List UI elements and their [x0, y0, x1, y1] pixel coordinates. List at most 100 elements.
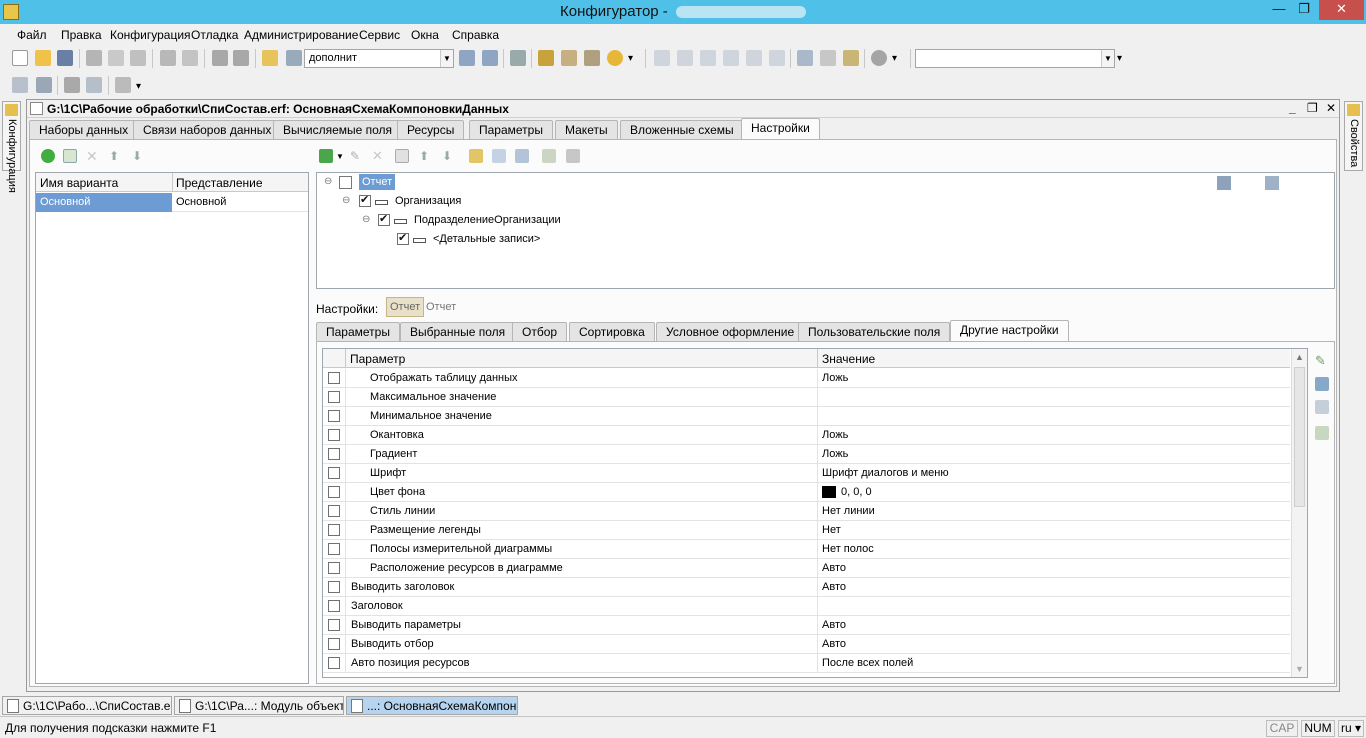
chevron-down-icon[interactable]: ▼ [440, 50, 453, 67]
search-combo[interactable]: дополнит ▼ [304, 49, 454, 68]
checkbox[interactable] [328, 372, 340, 384]
configuration-icon[interactable] [12, 77, 28, 93]
debug-step-out-icon[interactable] [700, 50, 716, 66]
tab-selected-fields[interactable]: Выбранные поля [400, 322, 516, 341]
settings-report-button[interactable]: Отчет [386, 297, 425, 317]
paste-icon[interactable] [130, 50, 146, 66]
settings-add-icon[interactable] [542, 149, 556, 163]
move-up-icon[interactable]: ⬆ [109, 149, 123, 163]
menu-help[interactable]: Справка [452, 28, 499, 42]
properties-side-tab[interactable]: Свойства [1344, 101, 1363, 171]
chart-layout-icon[interactable] [1265, 176, 1279, 190]
chevron-down-icon[interactable]: ▼ [1101, 50, 1114, 67]
scroll-thumb[interactable] [1294, 367, 1305, 507]
copy-variant-icon[interactable] [63, 149, 77, 163]
timer-icon[interactable] [871, 50, 887, 66]
checkbox[interactable] [328, 410, 340, 422]
table-structure-icon[interactable] [515, 149, 529, 163]
table-row[interactable]: Выводить заголовок Авто [323, 578, 1290, 597]
parameter-value-cell[interactable]: Нет [822, 524, 841, 536]
tab-resources[interactable]: Ресурсы [397, 120, 465, 139]
parameter-value-cell[interactable]: 0, 0, 0 [841, 486, 872, 498]
watch-icon[interactable] [820, 50, 836, 66]
table-row[interactable]: Расположение ресурсов в диаграмме Авто [323, 559, 1290, 578]
add-dropdown-icon[interactable]: ▼ [336, 152, 344, 161]
collapse-icon[interactable]: ⊖ [342, 195, 350, 206]
pencil-icon[interactable]: ✎ [1315, 354, 1329, 368]
checkbox[interactable] [397, 231, 409, 245]
tab-datasets[interactable]: Наборы данных [29, 120, 139, 139]
undo-icon[interactable] [212, 50, 228, 66]
menu-windows[interactable]: Окна [411, 28, 439, 42]
tab-calculated-fields[interactable]: Вычисляемые поля [273, 120, 403, 139]
checkbox[interactable] [328, 391, 340, 403]
toolbar-more-icon[interactable]: ▾ [1117, 53, 1122, 64]
menu-administration[interactable]: Администрирование [244, 28, 358, 42]
find-prev-icon[interactable] [482, 50, 498, 66]
table-row[interactable]: Авто позиция ресурсов После всех полей [323, 654, 1290, 673]
doc-close-button[interactable]: ✕ [1326, 101, 1336, 115]
table-row[interactable]: Размещение легенды Нет [323, 521, 1290, 540]
checkbox[interactable] [359, 193, 371, 207]
database-icon[interactable] [64, 77, 80, 93]
redo-icon[interactable] [233, 50, 249, 66]
move-up-icon[interactable]: ⬆ [419, 149, 433, 163]
parameter-value-cell[interactable]: Ложь [822, 429, 848, 441]
table-row[interactable]: Выводить параметры Авто [323, 616, 1290, 635]
new-file-icon[interactable] [12, 50, 28, 66]
parameter-value-cell[interactable]: Шрифт диалогов и меню [822, 467, 949, 479]
cut-icon[interactable] [86, 50, 102, 66]
tree-item-report[interactable]: Отчет [359, 174, 396, 190]
table-row[interactable]: Основной Основной [36, 193, 308, 212]
parameter-value-cell[interactable]: Ложь [822, 448, 848, 460]
doc-maximize-button[interactable]: ❐ [1307, 101, 1318, 115]
tab-filter[interactable]: Отбор [512, 322, 568, 341]
parameter-value-cell[interactable]: Ложь [822, 372, 848, 384]
debug-run-to-cursor-icon[interactable] [723, 50, 739, 66]
tab-parameters[interactable]: Параметры [316, 322, 400, 341]
menu-service[interactable]: Сервис [359, 28, 400, 42]
tab-other-settings[interactable]: Другие настройки [950, 320, 1069, 341]
checkbox[interactable] [328, 562, 340, 574]
tree-item-organization[interactable]: Организация [395, 195, 461, 207]
table-row[interactable]: Окантовка Ложь [323, 426, 1290, 445]
table-row[interactable]: Градиент Ложь [323, 445, 1290, 464]
delete-variant-icon[interactable]: ✕ [86, 149, 100, 163]
checkbox[interactable] [328, 543, 340, 555]
open-file-icon[interactable] [35, 50, 51, 66]
scroll-down-icon[interactable]: ▼ [1295, 664, 1304, 674]
add-variant-icon[interactable] [41, 149, 55, 163]
table-row[interactable]: Заголовок [323, 597, 1290, 616]
doc-minimize-button[interactable]: _ [1289, 101, 1296, 115]
debug-continue-icon[interactable] [769, 50, 785, 66]
tab-parameters[interactable]: Параметры [469, 120, 553, 139]
table-row[interactable]: Максимальное значение [323, 388, 1290, 407]
parameter-value-cell[interactable]: Авто [822, 581, 846, 593]
evaluate-icon[interactable] [843, 50, 859, 66]
table-row[interactable]: Цвет фона 0, 0, 0 [323, 483, 1290, 502]
minimize-button[interactable]: — [1265, 0, 1293, 20]
group-icon[interactable] [469, 149, 483, 163]
wizard-icon[interactable] [538, 50, 554, 66]
timer-dropdown-icon[interactable]: ▾ [892, 53, 897, 64]
checkbox[interactable] [328, 486, 340, 498]
tab-settings[interactable]: Настройки [741, 118, 820, 139]
checkbox[interactable] [328, 657, 340, 669]
debug-breakpoint-icon[interactable] [746, 50, 762, 66]
module-combo[interactable]: ▼ [915, 49, 1115, 68]
settings-copy-icon[interactable] [566, 149, 580, 163]
tree-item-detail-records[interactable]: <Детальные записи> [433, 233, 540, 245]
info-dropdown-icon[interactable]: ▾ [628, 53, 633, 64]
tab-sort[interactable]: Сортировка [569, 322, 655, 341]
checkbox[interactable] [328, 581, 340, 593]
checkbox[interactable] [328, 505, 340, 517]
checkbox[interactable] [328, 600, 340, 612]
checkbox[interactable] [328, 524, 340, 536]
checkbox[interactable] [328, 429, 340, 441]
tab-dataset-links[interactable]: Связи наборов данных [133, 120, 282, 139]
tab-conditional-format[interactable]: Условное оформление [656, 322, 805, 341]
search-icon[interactable] [286, 50, 302, 66]
language-indicator[interactable]: ru ▾ [1338, 720, 1364, 737]
table-row[interactable]: Стиль линии Нет линии [323, 502, 1290, 521]
syntax-help-icon[interactable] [561, 50, 577, 66]
